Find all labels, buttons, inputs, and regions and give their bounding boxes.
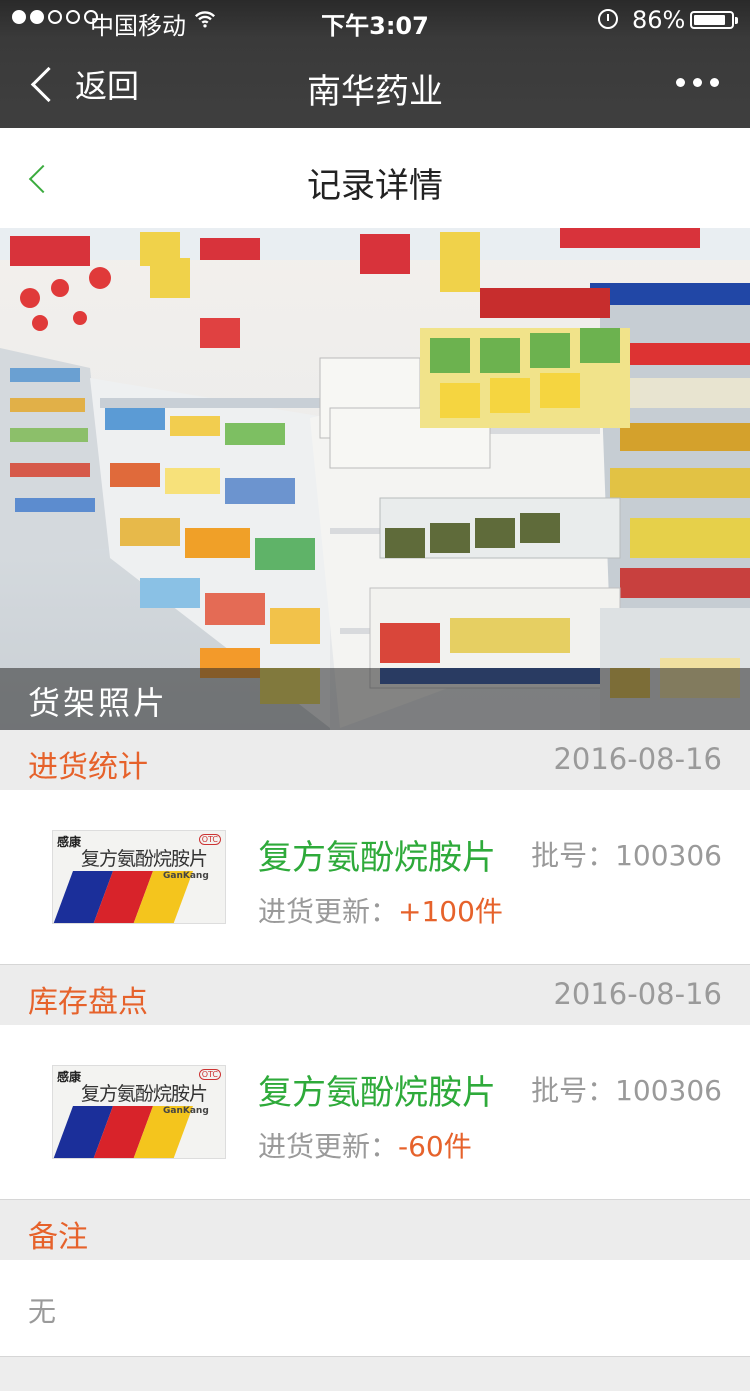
product-name: 复方氨酚烷胺片 [258,838,496,878]
section-header-purchase: 进货统计 2016-08-16 [0,730,750,790]
update-value: -60件 [398,1130,472,1163]
section-header-remarks: 备注 [0,1200,750,1260]
section-label: 备注 [28,1220,88,1255]
product-thumbnail: 感康 OTC 复方氨酚烷胺片 GanKang [52,830,226,924]
shelf-photo[interactable]: 货架照片 [0,228,750,730]
product-name: 复方氨酚烷胺片 [258,1073,496,1113]
remarks-content: 无 [0,1260,750,1357]
product-item-purchase[interactable]: 感康 OTC 复方氨酚烷胺片 GanKang 复方氨酚烷胺片 批号：100306… [0,790,750,965]
thumb-brand: 感康 [57,835,82,849]
nav-title: 南华药业 [307,72,443,112]
nav-bar: 返回 南华药业 [0,40,750,128]
batch-number: 批号：100306 [531,839,722,872]
update-line: 进货更新：-60件 [258,1125,472,1165]
section-header-inventory: 库存盘点 2016-08-16 [0,965,750,1025]
shelf-photo-image [0,228,750,730]
remarks-text: 无 [28,1295,57,1328]
update-line: 进货更新：+100件 [258,890,503,930]
batch-number: 批号：100306 [531,1074,722,1107]
section-date: 2016-08-16 [553,742,722,776]
update-label: 进货更新： [258,895,399,928]
photo-caption-bar: 货架照片 [0,668,750,730]
product-thumbnail: 感康 OTC 复方氨酚烷胺片 GanKang [52,1065,226,1159]
section-label: 进货统计 [28,750,148,785]
thumb-brand: 感康 [57,1070,82,1084]
page-header: 记录详情 [0,128,750,228]
section-label: 库存盘点 [28,985,148,1020]
battery-percent: 86% [632,6,686,34]
top-bar: 中国移动 下午3:07 86% 返回 南华药业 [0,0,750,128]
battery-icon [690,11,738,29]
thumb-english: GanKang [163,1106,209,1116]
product-item-inventory[interactable]: 感康 OTC 复方氨酚烷胺片 GanKang 复方氨酚烷胺片 批号：100306… [0,1025,750,1200]
thumb-product-name: 复方氨酚烷胺片 [81,848,208,870]
thumb-product-name: 复方氨酚烷胺片 [81,1083,208,1105]
update-label: 进货更新： [258,1130,399,1163]
section-date: 2016-08-16 [553,977,722,1011]
status-bar: 中国移动 下午3:07 86% [0,0,750,40]
photo-caption: 货架照片 [28,684,169,722]
alarm-icon [598,9,618,29]
more-dots-icon[interactable] [672,74,723,91]
update-value: +100件 [398,895,503,928]
thumb-english: GanKang [163,871,209,881]
page-title: 记录详情 [307,166,443,206]
